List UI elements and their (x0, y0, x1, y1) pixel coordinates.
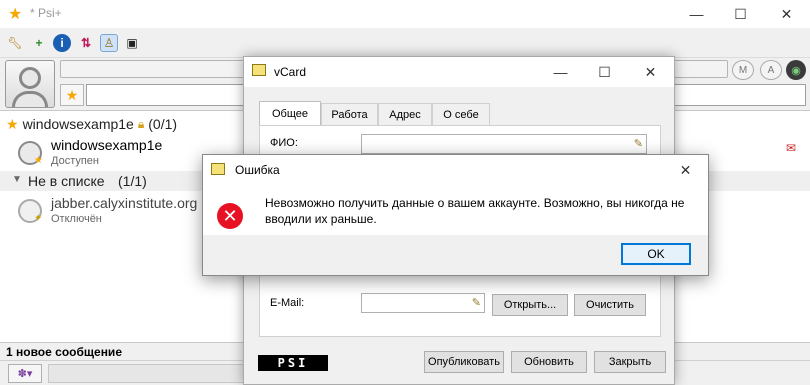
error-titlebar: Ошибка ✕ (203, 155, 708, 185)
terminal-icon[interactable]: ▣ (123, 34, 141, 52)
chevron-down-icon: ▼ (12, 174, 22, 185)
tab-about[interactable]: О себе (432, 103, 490, 125)
open-button[interactable]: Открыть... (492, 294, 568, 316)
refresh-button[interactable]: Обновить (511, 351, 587, 373)
ok-button[interactable]: OK (621, 243, 691, 265)
contact-status: Отключён (51, 213, 102, 225)
account-count: (0/1) (148, 116, 178, 132)
add-contact-icon[interactable]: + (30, 34, 48, 52)
psi-toolbar (0, 28, 810, 58)
psi-window-title: * Psi+ (30, 6, 62, 20)
error-close-button[interactable]: ✕ (663, 155, 708, 185)
error-icon: ✕ (217, 203, 243, 229)
activity-icon[interactable]: A (760, 60, 782, 80)
star-icon: ★ (6, 115, 19, 132)
edit-icon: ✎ (633, 138, 643, 150)
clear-button[interactable]: Очистить (574, 294, 646, 316)
psi-logo: PSI (258, 355, 328, 371)
vcard-close-button[interactable]: ✕ (628, 57, 673, 87)
close-button[interactable]: Закрыть (594, 351, 666, 373)
error-body: ✕ Невозможно получить данные о вашем акк… (203, 185, 708, 235)
account-group-row[interactable]: ★ windowsexamp1e 🔒︎ (0/1) (6, 114, 177, 134)
edit-icon: ✎ (471, 297, 481, 309)
message-indicator-icon: ✉ (786, 141, 797, 155)
tab-work[interactable]: Работа (321, 103, 378, 125)
avatar-head-icon (19, 67, 41, 89)
publish-button[interactable]: Опубликовать (424, 351, 504, 373)
fio-field[interactable]: ✎ (361, 134, 647, 154)
group-count: (1/1) (118, 173, 147, 189)
email-field[interactable]: ✎ (361, 293, 485, 313)
status-menu-icon[interactable]: ✽▾ (8, 364, 42, 383)
user-icon[interactable]: ♙ (100, 34, 118, 52)
online-status-icon: ★ (34, 155, 43, 166)
vcard-maximize-button[interactable]: ☐ (582, 57, 627, 87)
lock-icon: 🔒︎ (137, 116, 145, 131)
avatar-body-icon (12, 91, 48, 107)
contact-status: Доступен (51, 155, 100, 167)
vcard-icon (252, 64, 266, 76)
fio-label: ФИО: (270, 137, 298, 149)
contact-name: jabber.calyxinstitute.org (51, 195, 198, 211)
tab-address[interactable]: Адрес (378, 103, 432, 125)
star-icon: ★ (65, 86, 79, 103)
vcard-title: vCard (274, 65, 307, 79)
account-name: windowsexamp1e (22, 116, 134, 132)
psi-close-button[interactable]: ✕ (764, 0, 809, 28)
psi-minimize-button[interactable]: — (674, 0, 719, 28)
contact-name: windowsexamp1e (51, 137, 163, 153)
error-footer: OK (203, 235, 708, 275)
status-combo[interactable] (48, 364, 244, 383)
error-title: Ошибка (235, 163, 280, 177)
tune-icon[interactable]: ◉ (786, 60, 806, 80)
group-label: Не в списке (28, 173, 105, 189)
psi-star-icon: ★ (8, 6, 23, 23)
info-icon[interactable]: i (53, 34, 71, 52)
sort-icon[interactable]: ⇅ (77, 34, 95, 52)
wrench-icon[interactable]: 🔧︎ (6, 34, 24, 52)
mood-icon[interactable]: M (732, 60, 754, 80)
tab-general[interactable]: Общее (259, 101, 321, 125)
vcard-titlebar: vCard — ☐ ✕ (244, 57, 674, 87)
error-dialog: Ошибка ✕ ✕ Невозможно получить данные о … (202, 154, 709, 276)
psi-maximize-button[interactable]: ☐ (718, 0, 763, 28)
psi-titlebar: ★ * Psi+ — ☐ ✕ (0, 0, 810, 28)
offline-status-icon: ✦ (34, 213, 43, 224)
error-window-icon (211, 163, 225, 175)
error-message: Невозможно получить данные о вашем аккау… (265, 196, 685, 226)
vcard-minimize-button[interactable]: — (538, 57, 583, 87)
email-label: E-Mail: (270, 297, 305, 309)
bookmark-star-button[interactable]: ★ (60, 84, 84, 106)
avatar[interactable] (5, 60, 55, 108)
